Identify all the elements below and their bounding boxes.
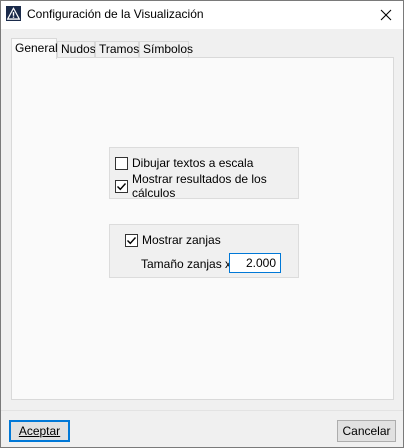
show-trenches-label: Mostrar zanjas bbox=[142, 233, 221, 247]
footer-divider bbox=[1, 410, 403, 411]
checkbox-box[interactable] bbox=[125, 233, 138, 247]
general-tab-panel: Dibujar textos a escala Mostrar resultad… bbox=[11, 57, 394, 400]
close-icon bbox=[380, 9, 392, 21]
close-button[interactable] bbox=[369, 1, 403, 29]
show-results-checkbox[interactable]: Mostrar resultados de los cálculos bbox=[115, 172, 298, 200]
cancel-button-label: Cancelar bbox=[342, 424, 391, 438]
tab-nudos[interactable]: Nudos bbox=[57, 41, 96, 58]
cancel-button[interactable]: Cancelar bbox=[337, 420, 396, 442]
draw-scaled-text-checkbox[interactable]: Dibujar textos a escala bbox=[115, 155, 253, 171]
checkbox-box[interactable] bbox=[115, 179, 128, 193]
show-trenches-checkbox[interactable]: Mostrar zanjas bbox=[125, 232, 221, 248]
tab-label: Tramos bbox=[99, 42, 140, 56]
tab-label: Nudos bbox=[61, 42, 96, 56]
checkmark-icon bbox=[117, 182, 127, 190]
checkbox-box[interactable] bbox=[115, 156, 128, 170]
dialog-window: Configuración de la Visualización Genera… bbox=[0, 0, 404, 448]
draw-scaled-text-label: Dibujar textos a escala bbox=[132, 156, 254, 170]
tab-simbolos[interactable]: Símbolos bbox=[139, 41, 193, 58]
tab-tramos[interactable]: Tramos bbox=[95, 41, 139, 58]
trench-size-input[interactable]: 2.000 bbox=[229, 253, 281, 273]
warning-triangle-icon bbox=[6, 6, 21, 21]
trenches-group: Mostrar zanjas Tamaño zanjas x 2.000 bbox=[109, 224, 299, 278]
show-results-label: Mostrar resultados de los cálculos bbox=[132, 172, 267, 200]
accept-button[interactable]: Aceptar bbox=[9, 420, 70, 442]
tab-label: General bbox=[15, 41, 58, 55]
accept-button-label: Aceptar bbox=[18, 424, 61, 438]
tab-label: Símbolos bbox=[143, 42, 194, 56]
checkmark-icon bbox=[127, 236, 137, 244]
title-bar[interactable]: Configuración de la Visualización bbox=[1, 1, 403, 29]
trench-size-label: Tamaño zanjas x bbox=[141, 257, 232, 271]
window-title: Configuración de la Visualización bbox=[27, 7, 204, 21]
tab-general[interactable]: General bbox=[11, 38, 58, 59]
display-options-group: Dibujar textos a escala Mostrar resultad… bbox=[109, 147, 299, 200]
